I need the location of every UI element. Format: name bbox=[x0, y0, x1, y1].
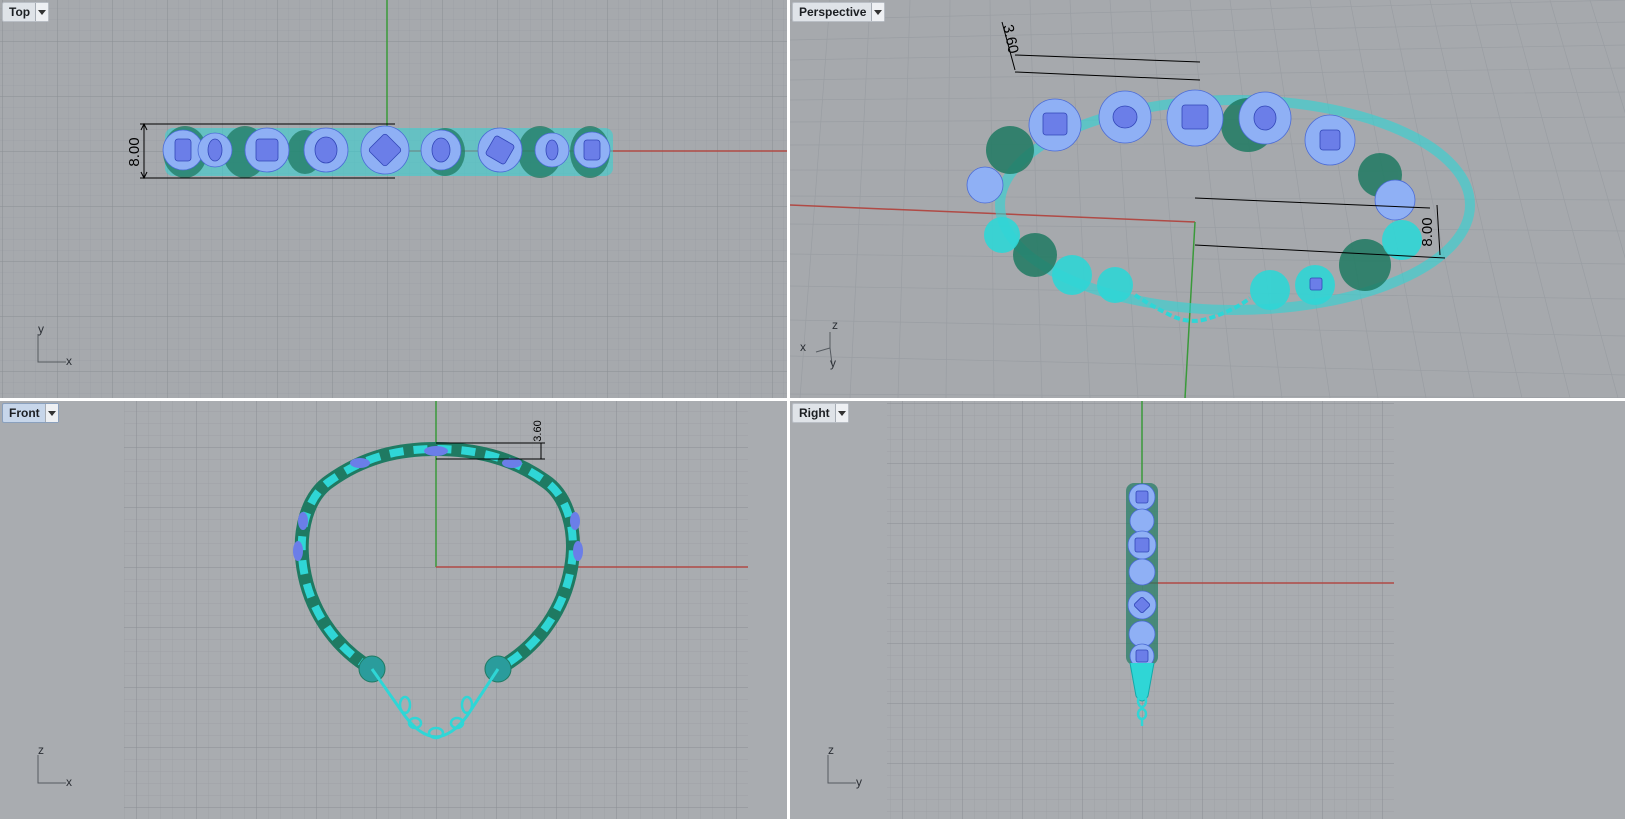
top-dimension-label: 8.00 bbox=[126, 137, 143, 166]
viewport-right[interactable]: Right z y bbox=[790, 401, 1625, 819]
dropdown-arrow-icon[interactable] bbox=[834, 404, 848, 422]
viewport-front-title: Front bbox=[9, 406, 40, 420]
axis-label-z: z bbox=[832, 318, 838, 332]
axis-label-h: x bbox=[66, 354, 72, 368]
axis-label-h: y bbox=[856, 775, 862, 789]
axis-label-v: z bbox=[38, 743, 44, 757]
front-dimension-label: 3.60 bbox=[532, 420, 544, 441]
viewport-top[interactable]: 8.00 Top y x bbox=[0, 0, 787, 398]
top-bracelet-model[interactable] bbox=[162, 125, 613, 178]
axis-label-v: y bbox=[38, 322, 44, 336]
tab-viewport-perspective[interactable]: Perspective bbox=[792, 2, 886, 22]
axis-label-v: z bbox=[828, 743, 834, 757]
axis-label-y: y bbox=[830, 356, 836, 370]
viewport-perspective-title: Perspective bbox=[799, 5, 867, 19]
viewport-top-canvas[interactable]: 8.00 bbox=[0, 0, 787, 398]
viewport-top-title: Top bbox=[9, 5, 31, 19]
tab-viewport-front[interactable]: Front bbox=[2, 403, 59, 423]
viewport-right-canvas[interactable] bbox=[790, 401, 1625, 819]
viewport-front[interactable]: 3.60 Front z x bbox=[0, 401, 787, 819]
axis-indicator-icon: y x bbox=[34, 322, 74, 368]
axis-indicator-icon: z x y bbox=[796, 318, 838, 370]
dropdown-arrow-icon[interactable] bbox=[44, 404, 58, 422]
dropdown-arrow-icon[interactable] bbox=[871, 3, 885, 21]
axis-indicator-icon: z y bbox=[824, 743, 864, 789]
axis-label-h: x bbox=[66, 775, 72, 789]
perspective-dimension-small-label: 3.60 bbox=[999, 23, 1022, 55]
viewport-right-title: Right bbox=[799, 406, 830, 420]
tab-viewport-top[interactable]: Top bbox=[2, 2, 50, 22]
viewport-perspective[interactable]: 3.60 8.00 Perspective z x y bbox=[790, 0, 1625, 398]
axis-indicator-icon: z x bbox=[34, 743, 74, 789]
viewport-perspective-canvas[interactable]: 3.60 8.00 bbox=[790, 0, 1625, 398]
perspective-dimension-large-label: 8.00 bbox=[1419, 217, 1436, 246]
viewport-front-canvas[interactable]: 3.60 bbox=[0, 401, 787, 819]
tab-viewport-right[interactable]: Right bbox=[792, 403, 849, 423]
axis-label-x: x bbox=[800, 340, 806, 354]
perspective-bracelet-model[interactable] bbox=[966, 89, 1475, 323]
dropdown-arrow-icon[interactable] bbox=[35, 3, 49, 21]
